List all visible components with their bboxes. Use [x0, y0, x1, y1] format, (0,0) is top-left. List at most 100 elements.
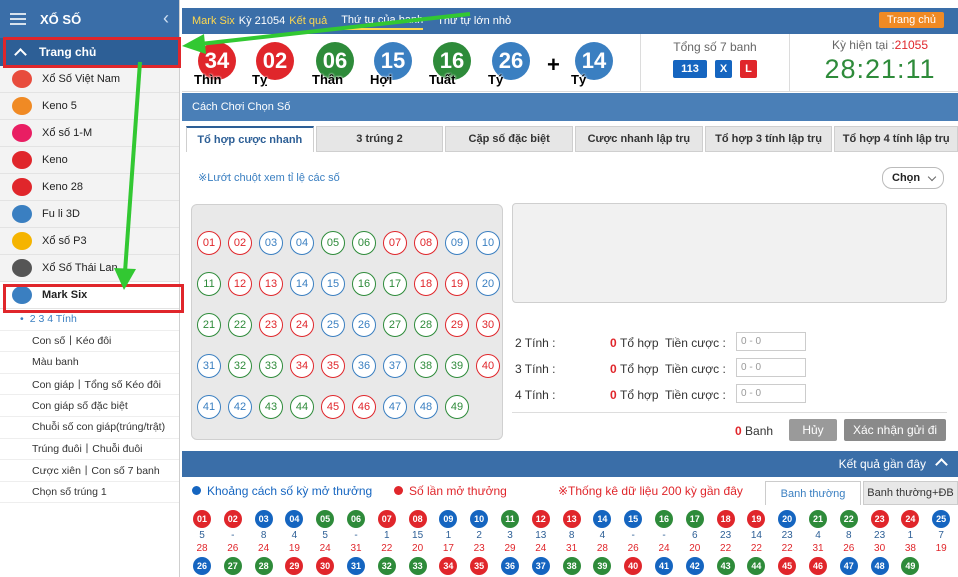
number-ball[interactable]: 46	[352, 395, 376, 419]
number-ball[interactable]: 35	[321, 354, 345, 378]
bet-tab[interactable]: Cặp số đặc biệt	[445, 126, 574, 152]
number-ball[interactable]: 32	[228, 354, 252, 378]
recent-results-bar[interactable]: Kết quả gần đây	[182, 451, 958, 477]
submenu-item[interactable]: Cược xiên丨Con số 7 banh	[0, 460, 179, 482]
sidebar-item-k28[interactable]: Keno 28	[0, 174, 179, 201]
submenu-item[interactable]: Chuỗi số con giáp(trúng/trật)	[0, 417, 179, 439]
number-ball[interactable]: 33	[259, 354, 283, 378]
number-ball[interactable]: 03	[259, 231, 283, 255]
number-ball[interactable]: 45	[321, 395, 345, 419]
number-ball[interactable]: 21	[197, 313, 221, 337]
how-to-play-bar[interactable]: Cách Chơi Chọn Số	[182, 93, 958, 121]
tab-ball-order[interactable]: Thứ tự của banh	[341, 12, 424, 30]
number-ball[interactable]: 44	[290, 395, 314, 419]
number-ball[interactable]: 43	[259, 395, 283, 419]
history-ball: 28	[254, 557, 273, 575]
submenu-item[interactable]: Màu banh	[0, 352, 179, 374]
sidebar-item-vn[interactable]: Xổ Số Việt Nam	[0, 66, 179, 93]
submenu-item[interactable]: 2 3 4 Tính	[0, 309, 179, 331]
number-ball[interactable]: 37	[383, 354, 407, 378]
number-ball[interactable]: 29	[445, 313, 469, 337]
bet-tab[interactable]: Tổ hợp cược nhanh	[186, 126, 314, 152]
sidebar-item-1m[interactable]: Xổ số 1-M	[0, 120, 179, 147]
number-ball[interactable]: 31	[197, 354, 221, 378]
bet-tab[interactable]: Tổ hợp 4 tính lập trụ	[834, 126, 958, 152]
number-ball[interactable]: 38	[414, 354, 438, 378]
number-ball[interactable]: 18	[414, 272, 438, 296]
bet-tab[interactable]: Cược nhanh lập trụ	[575, 126, 703, 152]
number-ball[interactable]: 15	[321, 272, 345, 296]
number-ball[interactable]: 09	[445, 231, 469, 255]
number-ball[interactable]: 36	[352, 354, 376, 378]
sidebar-item-p3[interactable]: Xổ số P3	[0, 228, 179, 255]
tab-normal-balls[interactable]: Banh thường	[765, 481, 861, 505]
number-ball[interactable]: 02	[228, 231, 252, 255]
number-ball[interactable]: 24	[290, 313, 314, 337]
number-ball[interactable]: 39	[445, 354, 469, 378]
number-ball[interactable]: 26	[352, 313, 376, 337]
sidebar-item-k5[interactable]: Keno 5	[0, 93, 179, 120]
history-count: 22	[720, 543, 732, 554]
cancel-button[interactable]: Hủy	[789, 419, 837, 441]
bet-tab[interactable]: Tổ hợp 3 tính lập trụ	[704, 126, 833, 152]
bet-tab[interactable]: 3 trúng 2	[315, 126, 444, 152]
sidebar-item-3d[interactable]: Fu li 3D	[0, 201, 179, 228]
number-ball[interactable]: 34	[290, 354, 314, 378]
tab-size-order[interactable]: Thứ tự lớn nhỏ	[437, 13, 511, 29]
submenu-item[interactable]: Chọn số trúng 1	[0, 482, 179, 504]
sidebar-home[interactable]: Trang chủ	[0, 38, 179, 66]
sidebar-item-th[interactable]: Xổ Số Thái Lan	[0, 255, 179, 282]
tinh-stake-input[interactable]: 0 - 0	[736, 332, 806, 351]
number-ball[interactable]: 40	[476, 354, 500, 378]
number-ball[interactable]: 11	[197, 272, 221, 296]
number-ball[interactable]: 22	[228, 313, 252, 337]
history-ball: 20	[778, 510, 797, 528]
number-ball[interactable]: 30	[476, 313, 500, 337]
number-ball[interactable]: 12	[228, 272, 252, 296]
number-ball[interactable]: 16	[352, 272, 376, 296]
confirm-button[interactable]: Xác nhận gửi đi	[844, 419, 946, 441]
tinh-stake-input[interactable]: 0 - 0	[736, 358, 806, 377]
home-button[interactable]: Trang chủ	[878, 12, 944, 28]
sidebar-item-keno[interactable]: Keno	[0, 147, 179, 174]
number-ball[interactable]: 05	[321, 231, 345, 255]
submenu-item[interactable]: Con số丨Kéo đôi	[0, 331, 179, 353]
collapse-chevron-icon[interactable]: ‹	[163, 8, 169, 29]
number-ball[interactable]: 06	[352, 231, 376, 255]
result-zodiac: Tý	[488, 72, 504, 87]
number-ball[interactable]: 48	[414, 395, 438, 419]
tinh-stake-label: Tiền cược :	[665, 336, 726, 350]
number-ball[interactable]: 19	[445, 272, 469, 296]
history-ball: 46	[809, 557, 827, 575]
choose-dropdown[interactable]: Chọn	[882, 167, 944, 189]
tab-normal-special-balls[interactable]: Banh thường+ĐB	[863, 481, 958, 505]
number-ball[interactable]: 04	[290, 231, 314, 255]
number-ball[interactable]: 27	[383, 313, 407, 337]
history-ball: 40	[624, 557, 643, 575]
number-ball[interactable]: 23	[259, 313, 283, 337]
tinh-count: 0	[610, 336, 617, 350]
number-ball[interactable]: 01	[197, 231, 221, 255]
number-ball[interactable]: 20	[476, 272, 500, 296]
number-ball[interactable]: 07	[383, 231, 407, 255]
submenu-item[interactable]: Con giáp số đặc biệt	[0, 395, 179, 417]
k28-logo-icon	[12, 178, 32, 196]
number-ball[interactable]: 08	[414, 231, 438, 255]
number-ball[interactable]: 41	[197, 395, 221, 419]
number-ball[interactable]: 47	[383, 395, 407, 419]
number-ball[interactable]: 25	[321, 313, 345, 337]
number-ball[interactable]: 14	[290, 272, 314, 296]
number-ball[interactable]: 13	[259, 272, 283, 296]
menu-icon[interactable]	[10, 13, 26, 25]
app-window: XỔ SỐ ‹ Trang chủ Xổ Số Việt Nam Keno 5 Xổ…	[0, 0, 958, 577]
number-ball[interactable]: 17	[383, 272, 407, 296]
number-ball[interactable]: 49	[445, 395, 469, 419]
submenu-item[interactable]: Con giáp丨Tổng số Kéo đôi	[0, 374, 179, 396]
submenu-item[interactable]: Trúng đuôi丨Chuỗi đuôi	[0, 439, 179, 461]
number-ball[interactable]: 42	[228, 395, 252, 419]
sidebar-item-m6[interactable]: Mark Six	[0, 282, 179, 309]
number-ball[interactable]: 10	[476, 231, 500, 255]
tinh-stake-input[interactable]: 0 - 0	[736, 384, 806, 403]
number-ball[interactable]: 28	[414, 313, 438, 337]
history-count: 22	[781, 543, 793, 554]
